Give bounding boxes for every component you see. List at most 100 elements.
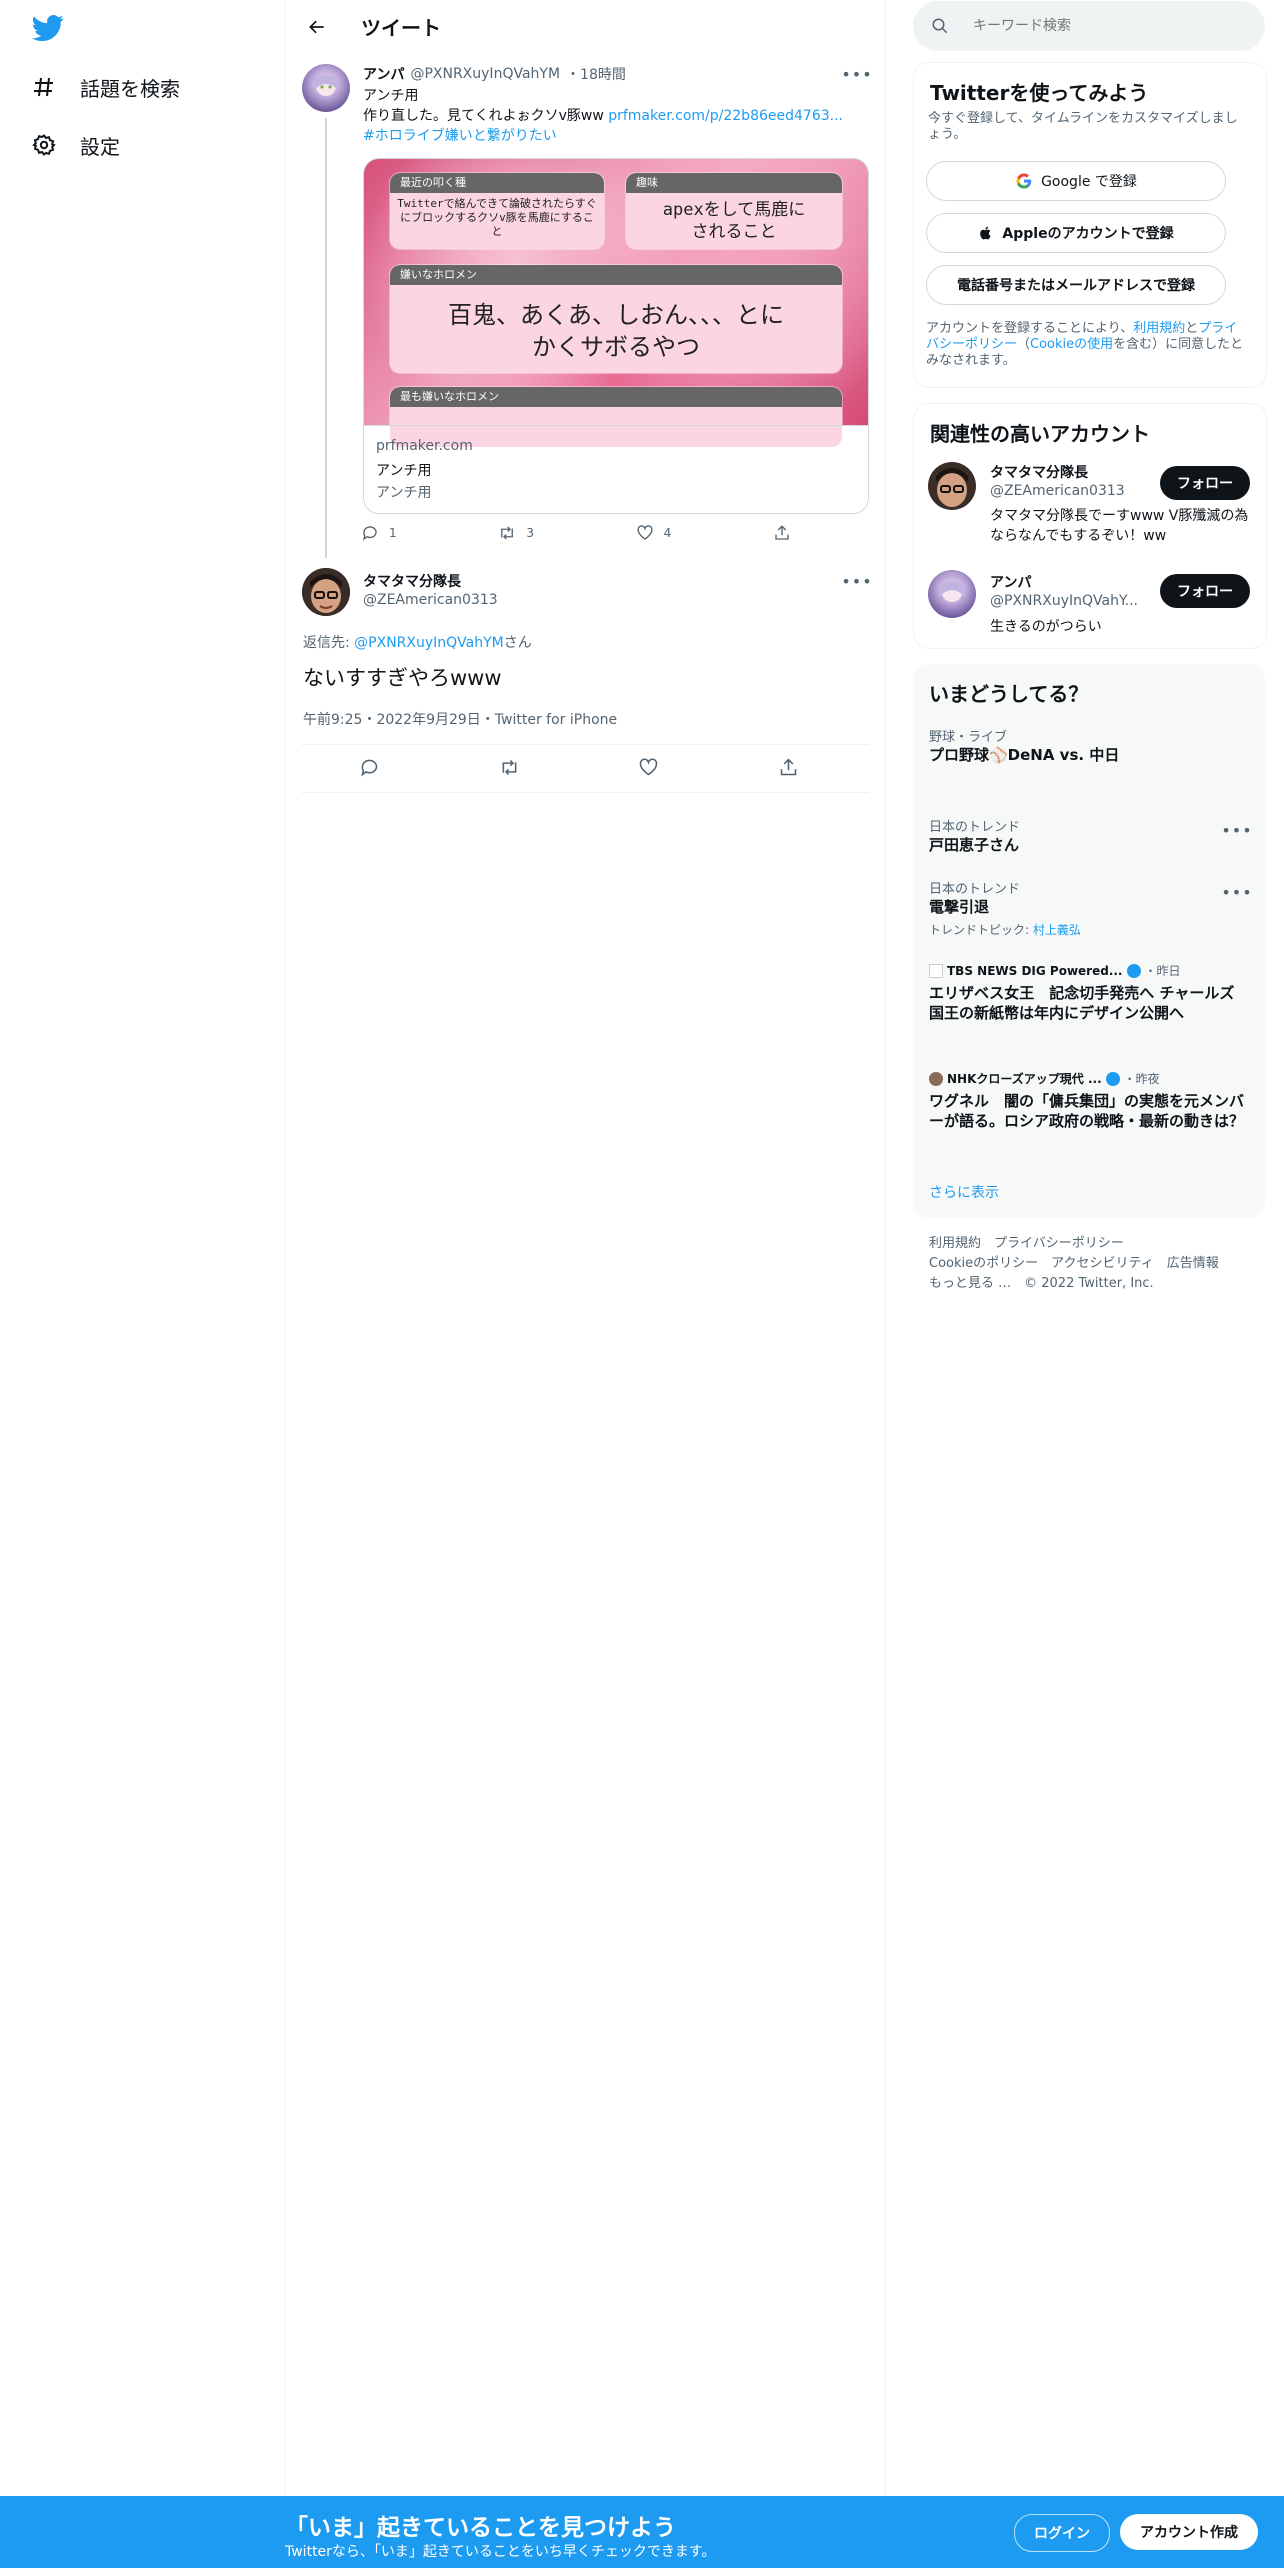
reply-count: 1 (389, 526, 397, 540)
cookie-link[interactable]: Cookieの使用 (1030, 337, 1113, 352)
account-handle[interactable]: @ZEAmerican0313 (990, 483, 1125, 499)
search-input[interactable] (971, 17, 1255, 35)
follow-button[interactable]: フォロー (1160, 574, 1250, 608)
trend-title: 電撃引退 (929, 898, 990, 916)
verified-badge-icon (1126, 963, 1141, 978)
like-button[interactable] (638, 757, 659, 778)
reply-context: 返信先: @PXNRXuyInQVahYMさん (303, 632, 532, 652)
tweet-meta[interactable]: 午前9:25・2022年9月29日・Twitter for iPhone (303, 709, 617, 729)
hashtag-link[interactable]: #ホロライブ嫌いと繋がりたい (363, 128, 557, 144)
heart-icon (640, 758, 658, 776)
profile-box: 嫌いなホロメン 百鬼、あくあ、しおん、、、とにかくサボるやつ (390, 265, 842, 373)
retweet-button[interactable]: 3 (498, 524, 534, 542)
reply-prefix: 返信先: (303, 635, 355, 651)
thread-line (325, 118, 327, 558)
hashtag-icon (30, 73, 58, 101)
news-source-logo-icon (929, 1071, 943, 1086)
box-label: 最近の叩く種 (390, 173, 604, 193)
trend-item[interactable]: 日本のトレンド 戸田恵子さん (929, 816, 1249, 855)
trend-category: 野球・ライブ (929, 730, 1008, 745)
google-signup-button[interactable]: Google で登録 (926, 161, 1226, 201)
more-options-icon[interactable]: ••• (841, 569, 871, 593)
trend-category: 日本のトレンド (929, 820, 1021, 835)
phone-signup-button[interactable]: 電話番号またはメールアドレスで登録 (926, 265, 1226, 305)
trends-panel: いまどうしてる？ 野球・ライブ プロ野球⚾DeNA vs. 中日 日本のトレンド… (913, 664, 1265, 1218)
footer-line[interactable]: 利用規約 プライバシーポリシー (929, 1234, 1219, 1254)
avatar[interactable] (928, 462, 976, 510)
more-options-icon[interactable]: ••• (841, 62, 871, 86)
trend-category: 日本のトレンド (929, 882, 1021, 897)
signup-subtitle: 今すぐ登録して、タイムラインをカスタマイズしましょう。 (928, 111, 1238, 142)
retweet-count: 3 (526, 526, 534, 540)
twitter-logo-icon[interactable] (32, 12, 64, 44)
related-title: 関連性の高いアカウント (930, 422, 1150, 446)
profile-box: 最近の叩く種 Twitterで絡んできて論破されたらすぐにブロックするクソv豚を… (390, 173, 604, 249)
tweet-link[interactable]: prfmaker.com/p/22b86eed4763... (608, 108, 843, 124)
avatar[interactable] (302, 568, 350, 616)
reply-button[interactable] (359, 757, 380, 778)
nav-settings[interactable]: 設定 (30, 123, 120, 167)
news-title: エリザベス女王 記念切手発売へ チャールズ国王の新紙幣は年内にデザイン公開へ (929, 984, 1235, 1022)
more-options-icon[interactable]: ••• (1221, 818, 1251, 842)
card-title: アンチ用 (376, 463, 432, 479)
avatar[interactable] (302, 64, 350, 112)
account-handle[interactable]: @PXNRXuyInQVahY... (990, 593, 1138, 609)
divider (301, 792, 869, 793)
more-options-icon[interactable]: ••• (1221, 880, 1251, 904)
card-footer: prfmaker.com アンチ用 アンチ用 (364, 425, 868, 513)
account-name[interactable]: タマタマ分隊長 (990, 462, 1088, 482)
banner-subtext: Twitterなら、「いま」起きていることをいち早くチェックできます。 (285, 2544, 716, 2560)
follow-button[interactable]: フォロー (1160, 466, 1250, 500)
login-button[interactable]: ログイン (1014, 2514, 1110, 2552)
nav-explore[interactable]: 話題を検索 (30, 65, 180, 109)
back-button[interactable] (297, 7, 337, 47)
tweet-header: アンパ @PXNRXuyInQVahYM ・18時間 (363, 64, 626, 84)
footer-links[interactable]: 利用規約 プライバシーポリシー Cookieのポリシー アクセシビリティ 広告情… (929, 1234, 1219, 1294)
create-account-button[interactable]: アカウント作成 (1120, 2514, 1258, 2550)
tweet-line-text: 作り直した。見てくれよぉクソv豚ww (363, 108, 609, 124)
google-icon (1016, 173, 1032, 189)
box-label: 最も嫌いなホロメン (390, 387, 842, 407)
nav-settings-label: 設定 (80, 134, 120, 159)
tweet-time[interactable]: ・18時間 (566, 64, 626, 84)
like-button[interactable]: 4 (636, 524, 671, 542)
page-header: ツイート (285, 0, 885, 53)
show-more-link[interactable]: さらに表示 (929, 1182, 999, 1202)
footer-line[interactable]: もっと見る … © 2022 Twitter, Inc. (929, 1274, 1219, 1294)
trend-item[interactable]: 日本のトレンド 電撃引退 トレンドトピック: 村上義弘 (929, 878, 1249, 938)
terms-paren: （ (1017, 337, 1031, 352)
retweet-button[interactable] (499, 757, 520, 778)
news-time: ・昨日 (1144, 964, 1181, 978)
box-value: 百鬼、あくあ、しおん、、、とにかくサボるやつ (448, 301, 784, 361)
account-bio: 生きるのがつらい (990, 619, 1102, 635)
page-title: ツイート (361, 16, 441, 40)
search-box[interactable] (913, 1, 1265, 51)
link-card[interactable]: 最近の叩く種 Twitterで絡んできて論破されたらすぐにブロックするクソv豚を… (363, 158, 869, 514)
reply-handle-link[interactable]: @PXNRXuyInQVahYM (354, 635, 504, 651)
footer-line[interactable]: Cookieのポリシー アクセシビリティ 広告情報 (929, 1254, 1219, 1274)
share-button[interactable] (778, 757, 799, 778)
share-icon (780, 758, 797, 776)
news-source: TBS NEWS DIG Powered... (947, 963, 1123, 978)
news-item[interactable]: TBS NEWS DIG Powered... ・昨日 エリザベス女王 記念切手… (929, 962, 1249, 1023)
avatar[interactable] (928, 570, 976, 618)
news-source-logo-icon (929, 963, 943, 978)
banner-headline: 「いま」起きていることを見つけよう (285, 2515, 676, 2541)
apple-signup-button[interactable]: Appleのアカウントで登録 (926, 213, 1226, 253)
account-name[interactable]: アンパ (990, 572, 1031, 592)
trend-subtopic-link[interactable]: 村上義弘 (1033, 923, 1081, 937)
gear-icon (30, 131, 58, 159)
reply-button[interactable]: 1 (361, 524, 397, 542)
tweet-text: ないすすぎやろwww (303, 666, 502, 690)
author-name[interactable]: タマタマ分隊長 (363, 571, 461, 591)
trend-item[interactable]: 野球・ライブ プロ野球⚾DeNA vs. 中日 (929, 726, 1249, 765)
news-item[interactable]: NHKクローズアップ現代 ... ・昨夜 ワグネル 闇の「傭兵集団」の実態を元メ… (929, 1070, 1249, 1131)
author-name[interactable]: アンパ (363, 64, 404, 84)
news-time: ・昨夜 (1123, 1072, 1160, 1086)
share-button[interactable] (773, 524, 791, 542)
author-handle[interactable]: @PXNRXuyInQVahYM (410, 66, 560, 82)
author-handle[interactable]: @ZEAmerican0313 (363, 592, 498, 608)
signup-banner: 「いま」起きていることを見つけよう Twitterなら、「いま」起きていることを… (0, 2496, 1284, 2568)
terms-link[interactable]: 利用規約 (1133, 321, 1185, 336)
tweet-line: 作り直した。見てくれよぉクソv豚ww prfmaker.com/p/22b86e… (363, 106, 863, 126)
